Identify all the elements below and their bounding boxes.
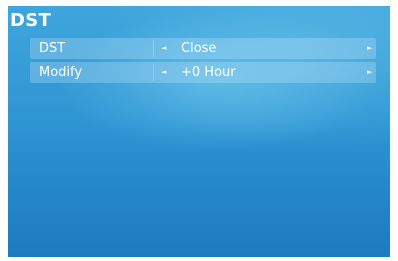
- setting-label-dst: DST: [39, 41, 66, 56]
- arrow-left-icon[interactable]: ◄: [161, 38, 166, 59]
- page-title: DST: [10, 10, 52, 31]
- setting-value-modify: +0 Hour: [181, 65, 236, 80]
- setting-row-modify[interactable]: Modify ◄ +0 Hour ►: [30, 62, 376, 83]
- arrow-right-icon[interactable]: ►: [367, 38, 372, 59]
- setting-row-dst[interactable]: DST ◄ Close ►: [30, 38, 376, 59]
- dst-screen: DST DST ◄ Close ► Modify ◄ +0 Hour ►: [8, 6, 390, 257]
- arrow-right-icon[interactable]: ►: [367, 62, 372, 83]
- setting-value-dst: Close: [181, 41, 217, 56]
- row-divider: [153, 40, 154, 57]
- setting-label-modify: Modify: [39, 65, 83, 80]
- row-divider: [153, 64, 154, 81]
- arrow-left-icon[interactable]: ◄: [161, 62, 166, 83]
